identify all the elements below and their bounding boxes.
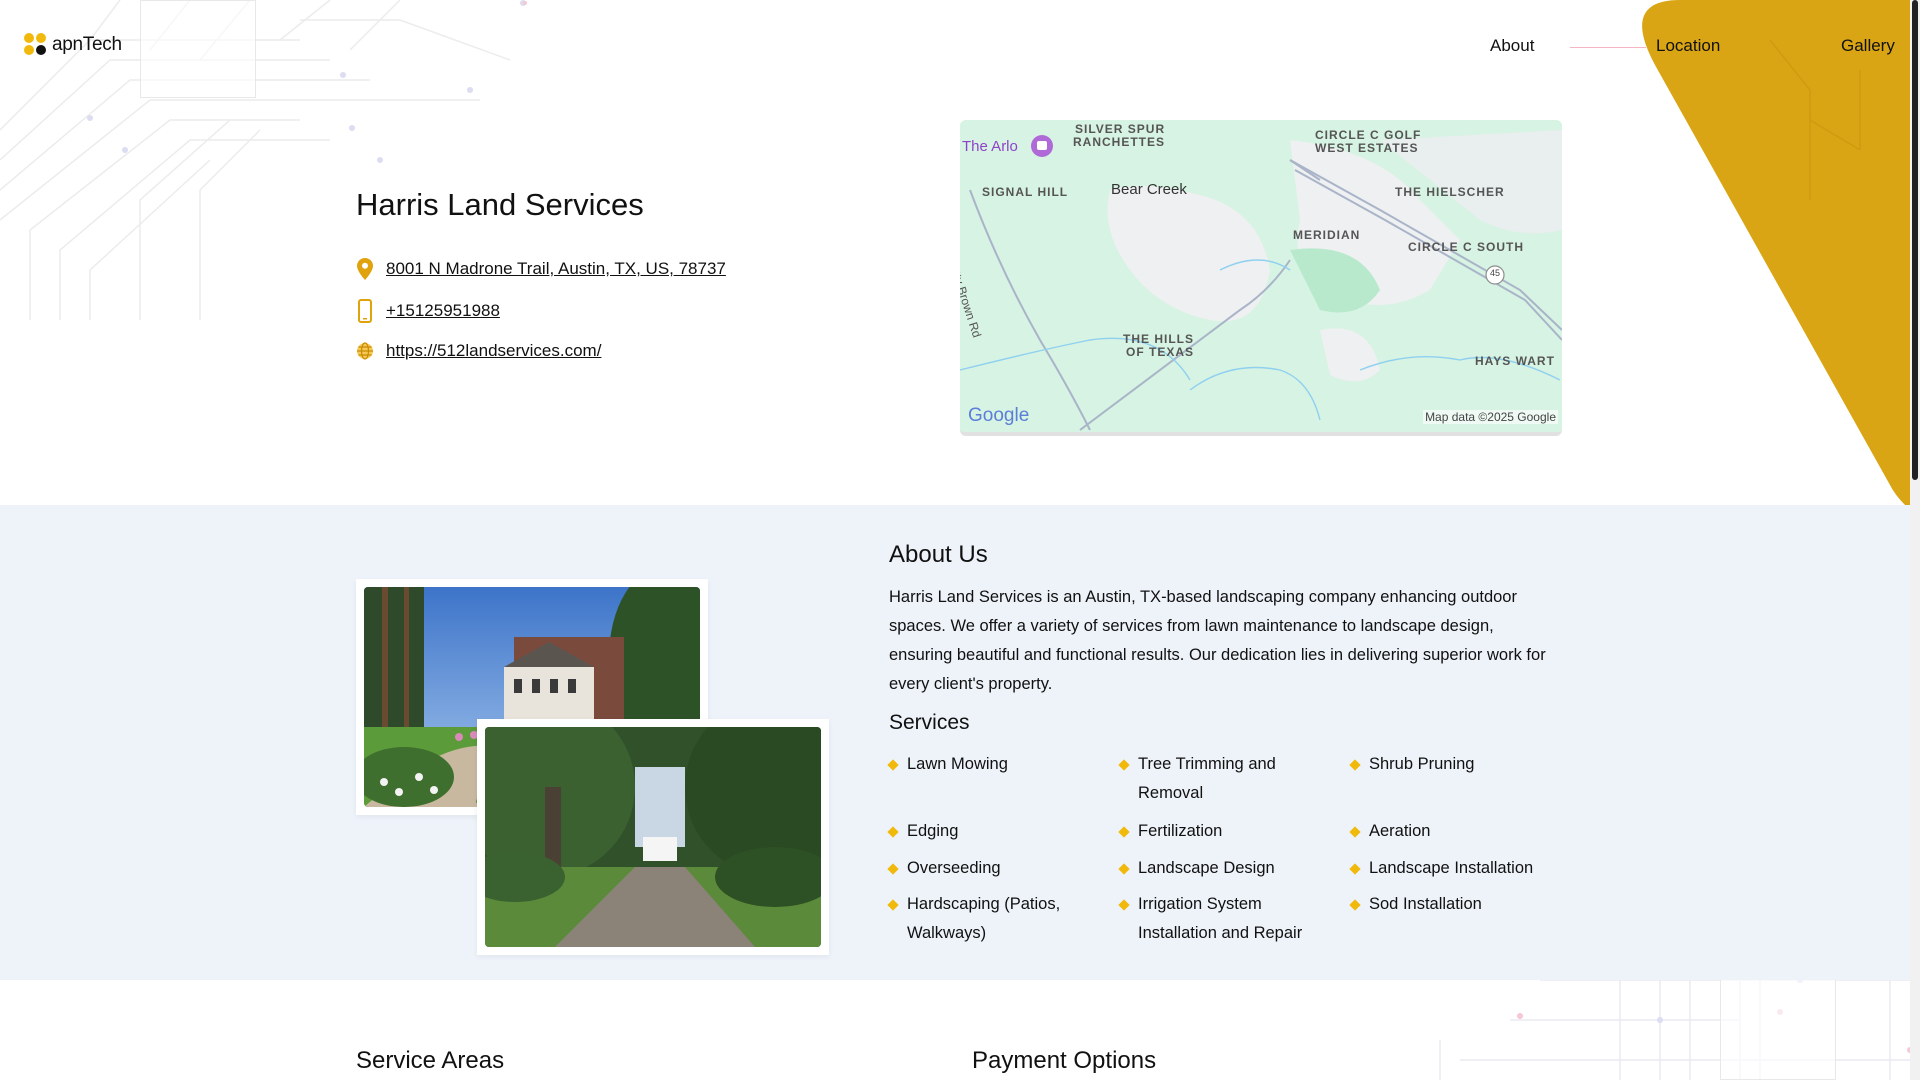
diamond-bullet-icon bbox=[887, 759, 899, 771]
service-item: Landscape Installation bbox=[1349, 854, 1561, 883]
diamond-bullet-icon bbox=[887, 899, 899, 911]
diamond-bullet-icon bbox=[1118, 759, 1130, 771]
payment-options-title: Payment Options bbox=[972, 1047, 1157, 1074]
map-label: WEST ESTATES bbox=[1315, 141, 1419, 155]
service-item: Tree Trimming and Removal bbox=[1118, 750, 1330, 808]
service-item: Edging bbox=[887, 817, 1099, 846]
logo-dots-icon bbox=[24, 33, 48, 57]
nav-divider bbox=[1570, 47, 1646, 48]
map-label: SIGNAL HILL bbox=[982, 185, 1069, 199]
diamond-bullet-icon bbox=[1349, 863, 1361, 875]
nav-about-link[interactable]: About bbox=[1490, 36, 1534, 56]
map-label: Bear Creek bbox=[1111, 181, 1187, 198]
website-row: https://512landservices.com/ bbox=[356, 341, 601, 361]
service-label: Fertilization bbox=[1138, 822, 1223, 840]
services-title: Services bbox=[889, 711, 970, 734]
service-item: Irrigation System Installation and Repai… bbox=[1118, 890, 1330, 948]
diamond-bullet-icon bbox=[1349, 899, 1361, 911]
service-item: Lawn Mowing bbox=[887, 750, 1099, 779]
service-item: Landscape Design bbox=[1118, 854, 1330, 883]
decorative-box-bottom bbox=[1720, 966, 1836, 1080]
location-pin-icon bbox=[356, 258, 374, 280]
scrollbar-thumb[interactable] bbox=[1912, 0, 1918, 480]
diamond-bullet-icon bbox=[1349, 826, 1361, 838]
service-label: Tree Trimming and Removal bbox=[1138, 755, 1276, 802]
address-link[interactable]: 8001 N Madrone Trail, Austin, TX, US, 78… bbox=[386, 259, 726, 279]
location-map[interactable]: The Arlo SILVER SPUR RANCHETTES CIRCLE C… bbox=[960, 120, 1562, 436]
map-label: THE HILLS bbox=[1123, 332, 1194, 346]
map-label: SILVER SPUR bbox=[1075, 122, 1166, 136]
service-item: Hardscaping (Patios, Walkways) bbox=[887, 890, 1099, 948]
logo-text: apnTech bbox=[52, 34, 122, 55]
diamond-bullet-icon bbox=[1118, 826, 1130, 838]
service-item: Fertilization bbox=[1118, 817, 1330, 846]
header: apnTech About Location Gallery bbox=[0, 0, 1910, 92]
diamond-bullet-icon bbox=[1349, 759, 1361, 771]
map-label: MERIDIAN bbox=[1293, 228, 1361, 242]
service-label: Landscape Installation bbox=[1369, 859, 1534, 877]
business-name: Harris Land Services bbox=[356, 187, 644, 222]
website-link[interactable]: https://512landservices.com/ bbox=[386, 341, 601, 361]
diamond-bullet-icon bbox=[887, 826, 899, 838]
map-label: CIRCLE C SOUTH bbox=[1408, 240, 1524, 254]
service-label: Edging bbox=[907, 822, 959, 840]
service-areas-title: Service Areas bbox=[356, 1047, 505, 1074]
address-row: 8001 N Madrone Trail, Austin, TX, US, 78… bbox=[356, 258, 726, 280]
service-label: Irrigation System Installation and Repai… bbox=[1138, 895, 1303, 942]
service-item: Aeration bbox=[1349, 817, 1561, 846]
nav-location-link[interactable]: Location bbox=[1656, 36, 1720, 56]
brand-logo[interactable]: apnTech bbox=[24, 33, 122, 57]
diamond-bullet-icon bbox=[887, 863, 899, 875]
service-label: Lawn Mowing bbox=[907, 755, 1008, 773]
nav-gallery-link[interactable]: Gallery bbox=[1841, 36, 1895, 56]
map-label-arlo[interactable]: The Arlo bbox=[962, 138, 1018, 155]
about-title: About Us bbox=[889, 541, 988, 568]
diamond-bullet-icon bbox=[1118, 863, 1130, 875]
phone-link[interactable]: +15125951988 bbox=[386, 301, 500, 321]
driveway-photo bbox=[477, 719, 829, 955]
diamond-bullet-icon bbox=[1118, 899, 1130, 911]
google-logo[interactable]: Google bbox=[968, 405, 1029, 427]
map-attribution[interactable]: Map data ©2025 Google bbox=[1423, 410, 1558, 424]
map-label: OF TEXAS bbox=[1126, 345, 1195, 359]
phone-row: +15125951988 bbox=[356, 299, 500, 323]
service-label: Overseeding bbox=[907, 859, 1001, 877]
route-shield: 45 bbox=[1489, 268, 1500, 278]
service-label: Landscape Design bbox=[1138, 859, 1275, 877]
service-label: Sod Installation bbox=[1369, 895, 1482, 913]
service-label: Aeration bbox=[1369, 822, 1431, 840]
service-item: Overseeding bbox=[887, 854, 1099, 883]
map-label: RANCHETTES bbox=[1073, 135, 1166, 149]
service-item: Sod Installation bbox=[1349, 890, 1561, 919]
service-item: Shrub Pruning bbox=[1349, 750, 1561, 779]
map-label: CIRCLE C GOLF bbox=[1315, 128, 1422, 142]
driveway-image bbox=[485, 727, 821, 947]
map-label: HAYS WART bbox=[1475, 354, 1555, 368]
map-label: THE HIELSCHER bbox=[1395, 185, 1505, 199]
phone-icon bbox=[356, 299, 374, 323]
scrollbar[interactable] bbox=[1910, 0, 1920, 1080]
globe-icon bbox=[356, 342, 374, 360]
about-description: Harris Land Services is an Austin, TX-ba… bbox=[889, 588, 1546, 693]
map-canvas bbox=[960, 120, 1562, 432]
service-label: Hardscaping (Patios, Walkways) bbox=[907, 895, 1061, 942]
service-label: Shrub Pruning bbox=[1369, 755, 1475, 773]
